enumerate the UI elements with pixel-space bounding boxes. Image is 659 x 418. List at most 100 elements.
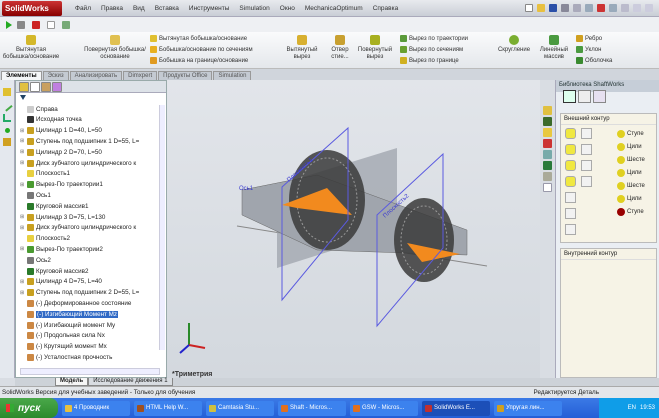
contour-slot[interactable] [581, 128, 592, 139]
tab-motion-study[interactable]: Исследование движения 1 [88, 378, 173, 386]
menu-item[interactable]: Вставка [150, 5, 184, 12]
help-icon[interactable] [621, 4, 629, 12]
tree-item[interactable]: ⊞ Цилиндр 2 D=70, L=50 [20, 147, 160, 157]
save-icon[interactable] [549, 4, 557, 12]
contour-slot[interactable] [581, 144, 592, 155]
menu-item[interactable]: Правка [96, 5, 128, 12]
fillet-button[interactable]: Скругление [492, 34, 536, 54]
undo-icon[interactable] [573, 4, 581, 12]
tab-1[interactable]: Эскиз [42, 71, 69, 80]
tree-item[interactable]: ⊞ Цилиндр 1 D=40, L=50 [20, 126, 160, 136]
contour-slot[interactable] [565, 144, 576, 155]
expand-toggle[interactable]: ⊞ [20, 128, 25, 134]
shell-button[interactable]: Оболочка [576, 57, 612, 64]
tree-item[interactable]: Ось2 [20, 255, 160, 265]
lock-icon[interactable] [3, 138, 11, 146]
expand-toggle[interactable]: ⊞ [20, 214, 25, 220]
expand-toggle[interactable]: ⊞ [20, 225, 25, 231]
tree-item[interactable]: ⊞ Диск зубчатого цилиндрического к [20, 223, 160, 233]
rib-button[interactable]: Ребро [576, 35, 602, 42]
tree-vertical-scrollbar[interactable] [159, 105, 165, 350]
menu-item[interactable]: Справка [368, 5, 404, 12]
menu-item[interactable]: Файл [70, 5, 96, 12]
tree-item[interactable]: Справа [20, 104, 160, 114]
library-icon[interactable] [593, 90, 606, 103]
linear-pattern-button[interactable]: Линейный массив [538, 34, 570, 61]
tab-2[interactable]: Анализировать [69, 71, 123, 80]
expand-toggle[interactable]: ⊞ [20, 160, 25, 166]
origin-icon[interactable] [3, 114, 11, 122]
taskbar-item[interactable]: HTML Help W... [134, 400, 202, 416]
start-button[interactable]: пуск [0, 398, 58, 418]
tree-item[interactable]: ⊞ Ступень под подшипник 2 D=55, L= [20, 288, 160, 298]
shaft-element-item[interactable]: Шесте [617, 156, 645, 164]
language-indicator[interactable]: EN [628, 405, 636, 411]
tree-item[interactable]: Круговой массив2 [20, 266, 160, 276]
tree-horizontal-scrollbar[interactable] [20, 368, 160, 375]
play-icon[interactable] [6, 20, 12, 29]
tree-item[interactable]: ⊞ Вырез-По траектории2 [20, 244, 160, 254]
extruded-cut-button[interactable]: Вытянутый вырез [280, 34, 324, 61]
open-icon[interactable] [537, 4, 545, 12]
expand-toggle[interactable]: ⊞ [20, 138, 25, 144]
hole-wizard-button[interactable]: Отвер стие... [326, 34, 354, 61]
tree-item[interactable]: Плоскость1 [20, 169, 160, 179]
shaftworks-tab[interactable] [543, 183, 552, 192]
revolved-cut-button[interactable]: Повернутый вырез [356, 34, 394, 61]
tree-item[interactable]: ⊞ Цилиндр 3 D=75, L=130 [20, 212, 160, 222]
design-library-icon[interactable] [543, 117, 552, 126]
filter-icon[interactable] [20, 95, 26, 100]
view-palette-icon[interactable] [543, 150, 552, 159]
contour-slot[interactable] [565, 128, 576, 139]
tab-3[interactable]: Dimxpert [123, 71, 158, 80]
tree-item[interactable]: (-) Изгибающий момент My [20, 320, 160, 330]
tree-item[interactable]: (-) Продольная сила Nx [20, 331, 160, 341]
contour-slot[interactable] [565, 160, 576, 171]
configuration-manager-tab[interactable] [41, 82, 51, 92]
swept-cut-button[interactable]: Вырез по траектории [400, 35, 468, 42]
resources-icon[interactable] [543, 106, 552, 115]
revolved-boss-button[interactable]: Повернутая бобышка/основание [82, 34, 148, 61]
contour-slot[interactable] [565, 192, 576, 203]
appearances-icon[interactable] [543, 161, 552, 170]
shaft-element-item[interactable]: Шесте [617, 182, 645, 190]
menu-item[interactable]: Simulation [234, 5, 274, 12]
tab-0[interactable]: Элементы [1, 71, 42, 80]
dimxpert-tab[interactable] [52, 82, 62, 92]
boundary-boss-button[interactable]: Бобышка на границе/основание [150, 57, 248, 64]
feature-icon[interactable] [3, 88, 11, 96]
menu-item[interactable]: Вид [128, 5, 150, 12]
tree-item[interactable]: (-) Изгибающий Момент Mz [20, 309, 160, 319]
tab-5[interactable]: Simulation [213, 71, 252, 80]
taskbar-item[interactable]: SolidWorks E... [422, 400, 490, 416]
boundary-cut-button[interactable]: Вырез по границе [400, 57, 459, 64]
expand-toggle[interactable]: ⊞ [20, 290, 25, 296]
tree-item[interactable]: Ось1 [20, 190, 160, 200]
shaft-element-item[interactable]: Ступе [617, 130, 644, 138]
expand-toggle[interactable]: ⊞ [20, 246, 25, 252]
shaft-tool-icon[interactable] [563, 90, 576, 103]
stop-icon[interactable] [17, 20, 25, 29]
custom-properties-icon[interactable] [543, 172, 552, 181]
point-icon[interactable] [5, 128, 10, 133]
draft-button[interactable]: Уклон [576, 46, 601, 53]
taskbar-item[interactable]: Shaft - Micros... [278, 400, 346, 416]
shaft-element-item[interactable]: Цили [617, 195, 642, 203]
menu-item[interactable]: Окно [275, 5, 300, 12]
new-macro-icon[interactable] [47, 20, 55, 29]
contour-slot[interactable] [565, 224, 576, 235]
tree-item[interactable]: Плоскость2 [20, 234, 160, 244]
property-manager-tab[interactable] [30, 82, 40, 92]
swept-boss-button[interactable]: Вытянутая бобышка/основание [150, 35, 247, 42]
file-explorer-icon[interactable] [543, 128, 552, 137]
menu-item[interactable]: Инструменты [184, 5, 235, 12]
taskbar-item[interactable]: Упругая лин... [494, 400, 562, 416]
taskbar-item[interactable]: 4 Проводник [62, 400, 130, 416]
contour-slot[interactable] [565, 208, 576, 219]
new-document-icon[interactable] [525, 4, 533, 12]
shaft-element-item[interactable]: Цили [617, 169, 642, 177]
sketch-line-icon[interactable] [1, 100, 13, 112]
contour-slot[interactable] [581, 160, 592, 171]
rebuild-icon[interactable] [597, 4, 605, 12]
expand-toggle[interactable]: ⊞ [20, 149, 25, 155]
